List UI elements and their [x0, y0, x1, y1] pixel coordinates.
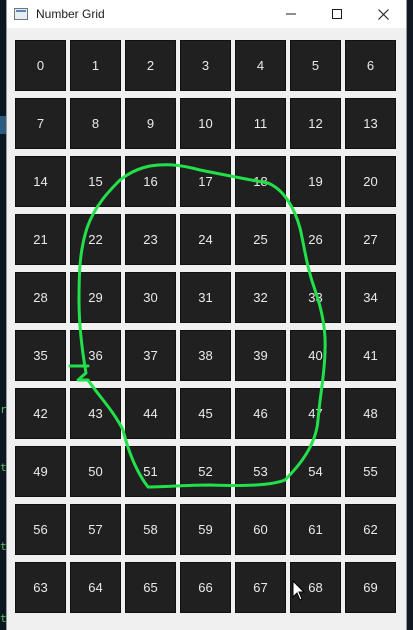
number-cell[interactable]: 31 — [180, 272, 231, 323]
number-cell[interactable]: 27 — [345, 214, 396, 265]
number-cell[interactable]: 40 — [290, 330, 341, 381]
number-cell[interactable]: 12 — [290, 98, 341, 149]
number-grid: 0 1 2 3 4 5 6 7 8 9 10 11 12 13 14 15 16 17 18 19 20 21 22 23 24… — [15, 40, 396, 613]
minimize-button[interactable] — [268, 0, 314, 28]
number-cell[interactable]: 48 — [345, 388, 396, 439]
number-cell[interactable]: 46 — [235, 388, 286, 439]
number-cell[interactable]: 1 — [70, 40, 121, 91]
close-icon — [377, 8, 389, 20]
number-cell[interactable]: 10 — [180, 98, 231, 149]
number-cell[interactable]: 24 — [180, 214, 231, 265]
number-cell[interactable]: 14 — [15, 156, 66, 207]
number-cell[interactable]: 30 — [125, 272, 176, 323]
number-cell[interactable]: 22 — [70, 214, 121, 265]
number-cell[interactable]: 17 — [180, 156, 231, 207]
number-cell[interactable]: 15 — [70, 156, 121, 207]
number-cell[interactable]: 9 — [125, 98, 176, 149]
number-cell[interactable]: 56 — [15, 504, 66, 555]
window-client-area: 0 1 2 3 4 5 6 7 8 9 10 11 12 13 14 15 16 17 18 19 20 21 22 23 24… — [7, 28, 406, 630]
number-cell[interactable]: 34 — [345, 272, 396, 323]
number-cell[interactable]: 3 — [180, 40, 231, 91]
number-cell[interactable]: 50 — [70, 446, 121, 497]
number-cell[interactable]: 26 — [290, 214, 341, 265]
number-cell[interactable]: 58 — [125, 504, 176, 555]
number-cell[interactable]: 42 — [15, 388, 66, 439]
number-cell[interactable]: 62 — [345, 504, 396, 555]
number-cell[interactable]: 54 — [290, 446, 341, 497]
number-cell[interactable]: 49 — [15, 446, 66, 497]
number-cell[interactable]: 53 — [235, 446, 286, 497]
number-cell[interactable]: 63 — [15, 562, 66, 613]
number-cell[interactable]: 16 — [125, 156, 176, 207]
title-bar[interactable]: Number Grid — [7, 0, 406, 28]
number-cell[interactable]: 33 — [290, 272, 341, 323]
number-cell[interactable]: 2 — [125, 40, 176, 91]
number-cell[interactable]: 60 — [235, 504, 286, 555]
window-title: Number Grid — [36, 7, 105, 21]
window-app-icon[interactable] — [14, 8, 28, 20]
maximize-icon — [332, 9, 342, 19]
number-cell[interactable]: 5 — [290, 40, 341, 91]
number-cell[interactable]: 51 — [125, 446, 176, 497]
number-cell[interactable]: 11 — [235, 98, 286, 149]
number-cell[interactable]: 43 — [70, 388, 121, 439]
number-cell[interactable]: 29 — [70, 272, 121, 323]
number-cell[interactable]: 23 — [125, 214, 176, 265]
number-cell[interactable]: 25 — [235, 214, 286, 265]
number-cell[interactable]: 44 — [125, 388, 176, 439]
number-cell[interactable]: 61 — [290, 504, 341, 555]
close-button[interactable] — [360, 0, 406, 28]
minimize-icon — [286, 13, 296, 15]
maximize-button[interactable] — [314, 0, 360, 28]
number-cell[interactable]: 55 — [345, 446, 396, 497]
number-cell[interactable]: 37 — [125, 330, 176, 381]
number-cell[interactable]: 32 — [235, 272, 286, 323]
number-cell[interactable]: 68 — [290, 562, 341, 613]
app-icon-bar — [16, 10, 26, 12]
number-cell[interactable]: 66 — [180, 562, 231, 613]
number-cell[interactable]: 39 — [235, 330, 286, 381]
number-cell[interactable]: 69 — [345, 562, 396, 613]
number-cell[interactable]: 64 — [70, 562, 121, 613]
number-cell[interactable]: 59 — [180, 504, 231, 555]
number-cell[interactable]: 8 — [70, 98, 121, 149]
number-grid-window: Number Grid 0 1 2 3 4 5 6 7 8 9 10 11 12 13 14 15 16 17 18… — [6, 0, 407, 630]
number-cell[interactable]: 20 — [345, 156, 396, 207]
number-cell[interactable]: 45 — [180, 388, 231, 439]
number-cell[interactable]: 7 — [15, 98, 66, 149]
number-cell[interactable]: 18 — [235, 156, 286, 207]
number-cell[interactable]: 65 — [125, 562, 176, 613]
number-cell[interactable]: 35 — [15, 330, 66, 381]
number-cell[interactable]: 6 — [345, 40, 396, 91]
number-cell[interactable]: 36 — [70, 330, 121, 381]
number-cell[interactable]: 41 — [345, 330, 396, 381]
number-cell[interactable]: 13 — [345, 98, 396, 149]
number-cell[interactable]: 28 — [15, 272, 66, 323]
number-cell[interactable]: 52 — [180, 446, 231, 497]
number-cell[interactable]: 21 — [15, 214, 66, 265]
number-cell[interactable]: 19 — [290, 156, 341, 207]
number-cell[interactable]: 4 — [235, 40, 286, 91]
number-cell[interactable]: 67 — [235, 562, 286, 613]
number-cell[interactable]: 38 — [180, 330, 231, 381]
number-cell[interactable]: 47 — [290, 388, 341, 439]
number-cell[interactable]: 57 — [70, 504, 121, 555]
number-cell[interactable]: 0 — [15, 40, 66, 91]
